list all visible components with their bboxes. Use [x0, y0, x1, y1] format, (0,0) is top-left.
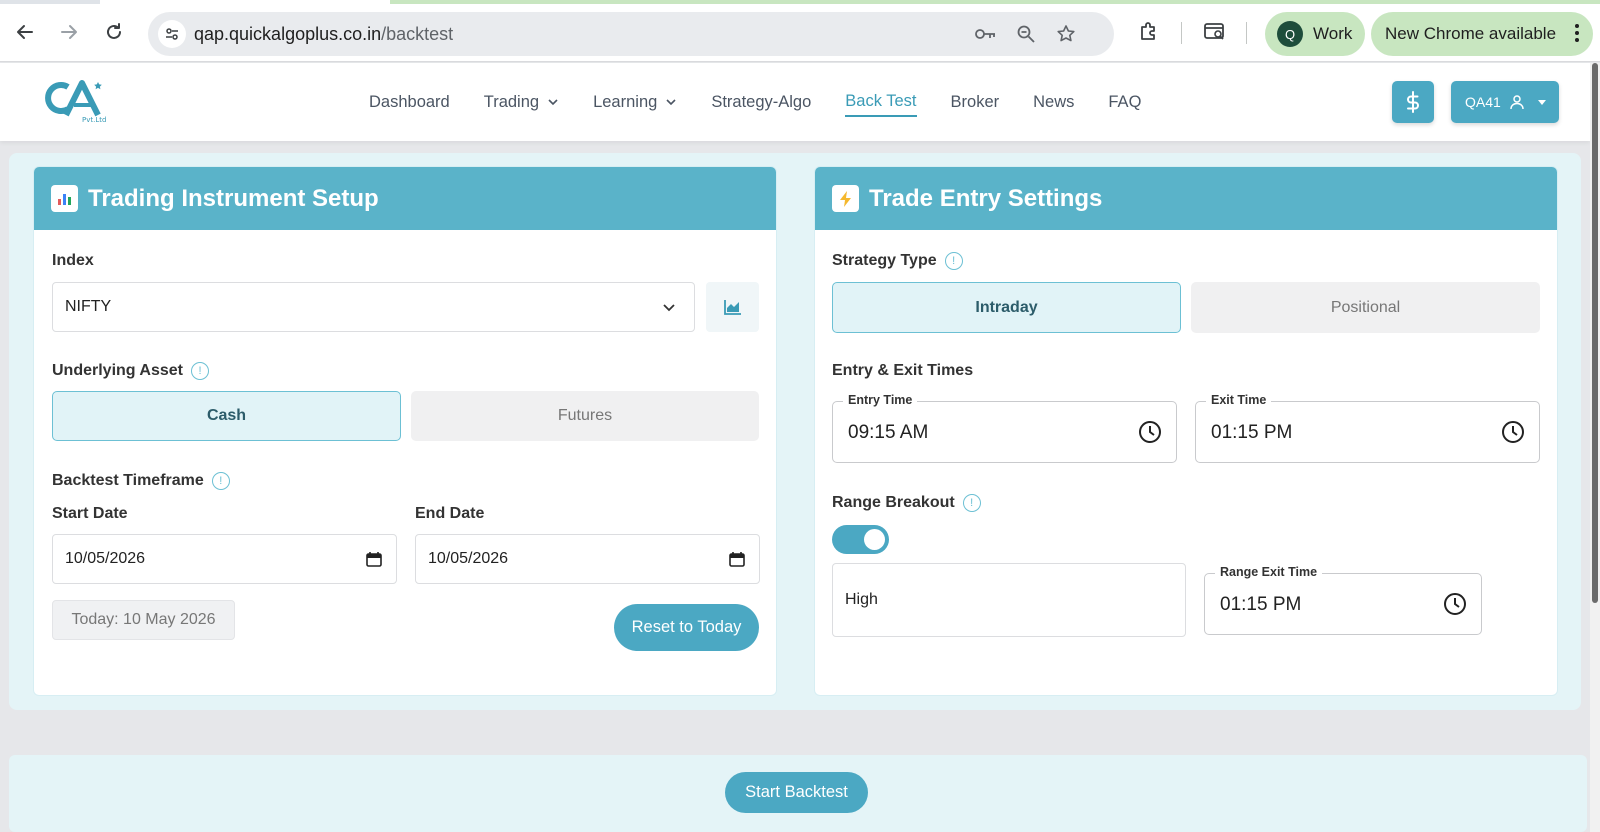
scrollbar-thumb[interactable]: [1592, 63, 1598, 603]
wallet-button[interactable]: [1392, 81, 1434, 123]
profile-avatar: Q: [1277, 21, 1303, 47]
nav-broker[interactable]: Broker: [951, 87, 1000, 117]
backtest-timeframe-label: Backtest Timeframe!: [52, 472, 230, 490]
tab-search-icon[interactable]: [1201, 18, 1229, 46]
underlying-cash-option[interactable]: Cash: [52, 391, 401, 441]
reset-to-today-button[interactable]: Reset to Today: [614, 604, 759, 651]
user-label: QA41: [1465, 94, 1501, 110]
url-text: qap.quickalgoplus.co.in/backtest: [194, 24, 454, 44]
site-header: Pvt.Ltd Dashboard Trading Learning Strat…: [0, 63, 1590, 141]
underlying-futures-option[interactable]: Futures: [411, 391, 759, 441]
reload-icon[interactable]: [100, 18, 128, 46]
nav-news[interactable]: News: [1033, 87, 1074, 117]
key-icon[interactable]: [974, 22, 998, 46]
underlying-asset-label: Underlying Asset!: [52, 362, 209, 380]
exit-time-label: Exit Time: [1206, 393, 1272, 407]
update-label: New Chrome available: [1385, 24, 1557, 43]
chevron-down-icon: [663, 304, 675, 312]
strategy-intraday-option[interactable]: Intraday: [832, 282, 1181, 333]
range-exit-time-input[interactable]: Range Exit Time 01:15 PM: [1204, 565, 1482, 635]
start-date-label: Start Date: [52, 505, 128, 522]
nav-strategy-algo[interactable]: Strategy-Algo: [711, 87, 811, 117]
caret-down-icon: [1537, 100, 1546, 105]
info-icon[interactable]: !: [211, 472, 230, 490]
chart-button[interactable]: [706, 282, 759, 332]
site-settings-icon[interactable]: [158, 20, 186, 48]
dollar-icon: [1407, 91, 1419, 113]
strategy-type-label: Strategy Type!: [832, 252, 963, 270]
page-scrollbar[interactable]: [1590, 63, 1600, 832]
info-icon[interactable]: !: [962, 494, 981, 512]
card-title: Trade Entry Settings: [869, 184, 1103, 212]
start-backtest-button[interactable]: Start Backtest: [725, 772, 868, 813]
range-type-value: High: [845, 591, 878, 608]
zoom-icon[interactable]: [1014, 22, 1038, 46]
range-type-select[interactable]: High: [832, 563, 1186, 637]
start-date-input[interactable]: 10/05/2026: [52, 534, 397, 584]
toolbar-divider: [1181, 22, 1182, 44]
area-chart-icon: [723, 300, 741, 315]
index-select[interactable]: NIFTY: [52, 282, 695, 332]
chrome-update-button[interactable]: New Chrome available: [1371, 12, 1593, 56]
clock-icon[interactable]: [1138, 420, 1162, 444]
qa-logo[interactable]: Pvt.Ltd: [42, 77, 110, 124]
svg-text:Pvt.Ltd: Pvt.Ltd: [82, 116, 106, 123]
extensions-icon[interactable]: [1135, 18, 1163, 46]
exit-time-value: 01:15 PM: [1211, 422, 1293, 443]
nav-back-test[interactable]: Back Test: [845, 87, 917, 117]
range-breakout-toggle[interactable]: [832, 525, 889, 554]
nav-faq[interactable]: FAQ: [1108, 87, 1141, 117]
toggle-knob: [864, 529, 885, 550]
strategy-positional-option[interactable]: Positional: [1191, 282, 1540, 333]
profile-chip[interactable]: Q Work: [1265, 12, 1365, 56]
index-value: NIFTY: [65, 298, 112, 315]
exit-time-input[interactable]: Exit Time 01:15 PM: [1195, 393, 1540, 463]
address-bar[interactable]: qap.quickalgoplus.co.in/backtest: [148, 12, 1114, 56]
card-header: Trade Entry Settings: [815, 167, 1557, 230]
chevron-down-icon: [666, 99, 676, 106]
main-nav: Dashboard Trading Learning Strategy-Algo…: [369, 63, 1175, 141]
back-arrow-icon[interactable]: [11, 18, 39, 46]
toolbar-divider: [1246, 22, 1247, 44]
calendar-icon[interactable]: [729, 551, 745, 567]
entry-time-input[interactable]: Entry Time 09:15 AM: [832, 393, 1177, 463]
entry-time-value: 09:15 AM: [848, 422, 929, 443]
chevron-down-icon: [548, 99, 558, 106]
browser-toolbar: qap.quickalgoplus.co.in/backtest Q Work …: [0, 4, 1600, 62]
lightning-icon: [832, 185, 859, 212]
clock-icon[interactable]: [1501, 420, 1525, 444]
info-icon[interactable]: !: [944, 252, 963, 270]
end-date-input[interactable]: 10/05/2026: [415, 534, 760, 584]
profile-label: Work: [1313, 24, 1353, 43]
user-icon: [1510, 95, 1524, 110]
range-breakout-label: Range Breakout!: [832, 494, 981, 512]
today-indicator: Today: 10 May 2026: [52, 600, 235, 640]
clock-icon[interactable]: [1443, 592, 1467, 616]
end-date-label: End Date: [415, 505, 485, 522]
calendar-icon[interactable]: [366, 551, 382, 567]
entry-exit-times-label: Entry & Exit Times: [832, 362, 974, 379]
info-icon[interactable]: !: [191, 362, 209, 380]
card-title: Trading Instrument Setup: [88, 184, 379, 212]
nav-dashboard[interactable]: Dashboard: [369, 87, 450, 117]
card-header: Trading Instrument Setup: [34, 167, 776, 230]
nav-trading[interactable]: Trading: [484, 87, 559, 117]
start-date-value: 10/05/2026: [65, 550, 146, 567]
entry-time-label: Entry Time: [843, 393, 918, 407]
menu-kebab-icon[interactable]: [1575, 24, 1579, 42]
user-menu-button[interactable]: QA41: [1451, 81, 1559, 123]
range-exit-time-value: 01:15 PM: [1220, 594, 1302, 615]
bookmark-star-icon[interactable]: [1054, 22, 1078, 46]
range-exit-time-label: Range Exit Time: [1215, 565, 1323, 579]
nav-learning[interactable]: Learning: [593, 87, 677, 117]
forward-arrow-icon[interactable]: [55, 18, 83, 46]
end-date-value: 10/05/2026: [428, 550, 509, 567]
index-label: Index: [52, 252, 94, 269]
bar-chart-icon: [51, 185, 78, 212]
